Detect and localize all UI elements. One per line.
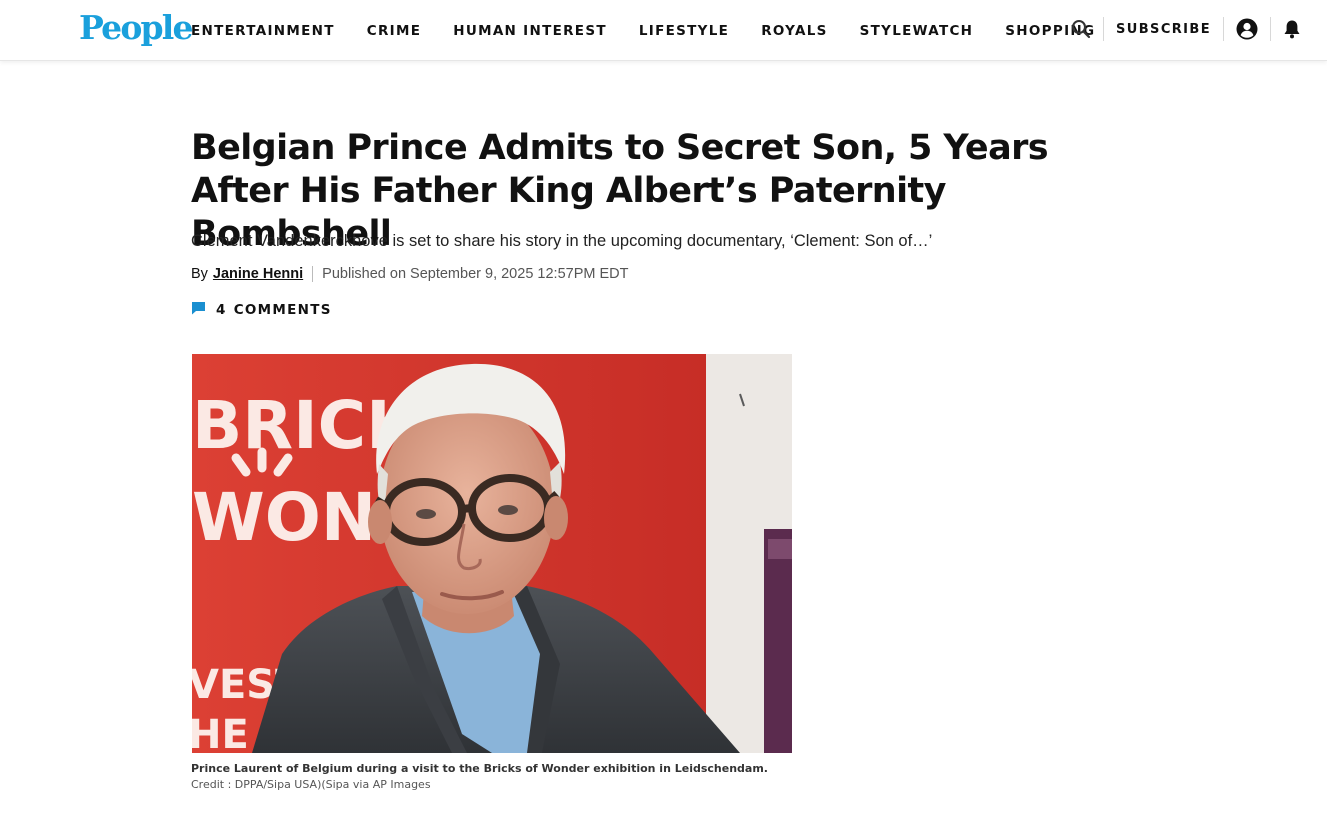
nav-item-human-interest[interactable]: HUMAN INTEREST [453, 23, 607, 39]
notification-bell-icon[interactable] [1283, 19, 1301, 39]
article-hero-image: BRICKS WONDE VESTF HE N [192, 354, 792, 753]
comments-link[interactable]: 4 COMMENTS [191, 300, 332, 320]
header-actions: SUBSCRIBE [1071, 0, 1301, 58]
main-nav: ENTERTAINMENT CRIME HUMAN INTEREST LIFES… [191, 0, 1127, 61]
header-divider [1270, 17, 1271, 41]
nav-item-crime[interactable]: CRIME [367, 23, 421, 39]
image-caption: Prince Laurent of Belgium during a visit… [191, 762, 768, 775]
comments-count: 4 [216, 302, 227, 318]
search-icon[interactable] [1071, 19, 1091, 39]
comment-icon [191, 301, 206, 320]
account-icon[interactable] [1236, 18, 1258, 40]
image-credit: Credit : DPPA/Sipa USA)(Sipa via AP Imag… [191, 778, 431, 791]
header-divider [1223, 17, 1224, 41]
article-dek: Clement Vandenkerckhove is set to share … [191, 232, 933, 250]
byline-separator [312, 266, 314, 282]
hero-photo-illustration: BRICKS WONDE VESTF HE N [192, 354, 792, 753]
header-divider [1103, 17, 1105, 41]
byline-prefix: By [191, 266, 208, 282]
nav-item-stylewatch[interactable]: STYLEWATCH [860, 23, 974, 39]
author-link[interactable]: Janine Henni [213, 266, 303, 282]
site-header: People ENTERTAINMENT CRIME HUMAN INTERES… [0, 0, 1327, 61]
nav-item-entertainment[interactable]: ENTERTAINMENT [191, 23, 335, 39]
published-date: Published on September 9, 2025 12:57PM E… [322, 266, 629, 282]
comments-label: COMMENTS [233, 302, 332, 318]
byline: By Janine Henni Published on September 9… [191, 264, 628, 284]
nav-item-royals[interactable]: ROYALS [761, 23, 827, 39]
people-logo[interactable]: People [79, 10, 194, 46]
subscribe-link[interactable]: SUBSCRIBE [1116, 22, 1211, 37]
nav-item-lifestyle[interactable]: LIFESTYLE [639, 23, 729, 39]
